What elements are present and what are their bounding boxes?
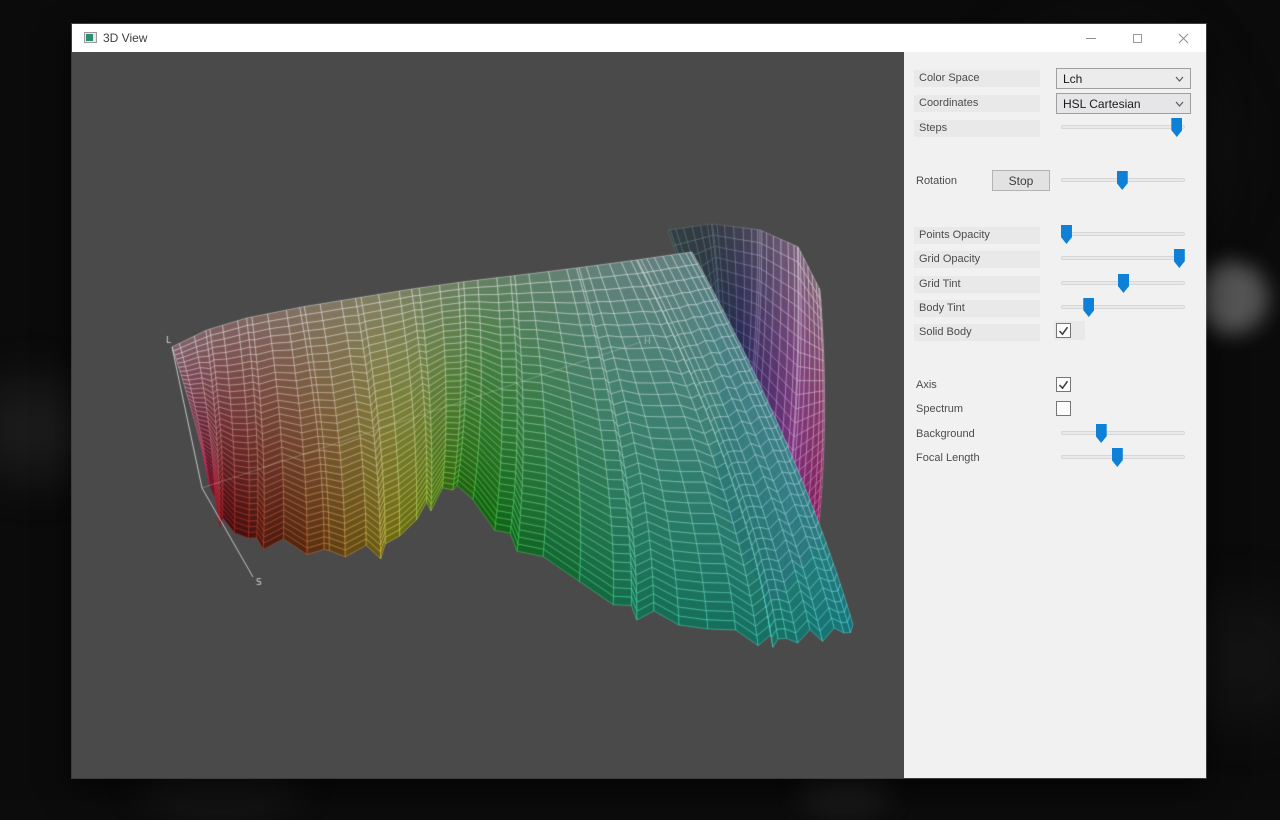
spectrum-label: Spectrum	[916, 402, 963, 416]
points-opacity-slider[interactable]	[1061, 232, 1185, 236]
app-icon	[84, 32, 97, 43]
slider-thumb[interactable]	[1117, 171, 1128, 190]
steps-slider[interactable]	[1061, 125, 1185, 129]
minimize-button[interactable]	[1068, 24, 1114, 52]
body-tint-slider[interactable]	[1061, 305, 1185, 309]
grid-opacity-slider[interactable]	[1061, 256, 1185, 260]
chevron-down-icon	[1175, 101, 1184, 107]
color-space-label: Color Space	[914, 70, 1040, 87]
settings-panel: Color Space Lch Coordinates HSL Cartesia…	[904, 52, 1206, 778]
maximize-icon	[1133, 34, 1142, 43]
steps-label: Steps	[914, 120, 1040, 137]
window-title: 3D View	[103, 31, 147, 45]
window-content: Color Space Lch Coordinates HSL Cartesia…	[72, 52, 1206, 778]
close-icon	[1178, 33, 1189, 44]
maximize-button[interactable]	[1114, 24, 1160, 52]
slider-thumb[interactable]	[1112, 448, 1123, 467]
grid-tint-label: Grid Tint	[914, 276, 1040, 293]
solid-body-label: Solid Body	[914, 324, 1040, 341]
solid-body-checkbox[interactable]	[1056, 323, 1071, 338]
app-window: 3D View Color Space Lch Coordinates HSL …	[72, 24, 1206, 778]
desktop-background: 3D View Color Space Lch Coordinates HSL …	[0, 0, 1280, 800]
slider-track[interactable]	[1061, 431, 1185, 435]
coordinates-label: Coordinates	[914, 95, 1040, 112]
slider-track[interactable]	[1061, 256, 1185, 260]
chevron-down-icon	[1175, 76, 1184, 82]
focal-length-label: Focal Length	[916, 451, 980, 465]
body-tint-label: Body Tint	[914, 300, 1040, 317]
slider-thumb[interactable]	[1118, 274, 1129, 293]
slider-track[interactable]	[1061, 232, 1185, 236]
bokeh-blob	[1196, 262, 1268, 334]
points-opacity-label: Points Opacity	[914, 227, 1040, 244]
color-space-value: Lch	[1063, 72, 1082, 86]
slider-track[interactable]	[1061, 455, 1185, 459]
slider-thumb[interactable]	[1083, 298, 1094, 317]
rotation-slider[interactable]	[1061, 178, 1185, 182]
background-slider[interactable]	[1061, 431, 1185, 435]
coordinates-value: HSL Cartesian	[1063, 97, 1141, 111]
rotation-label: Rotation	[916, 174, 957, 188]
check-icon	[1058, 380, 1069, 390]
slider-thumb[interactable]	[1061, 225, 1072, 244]
close-button[interactable]	[1160, 24, 1206, 52]
minimize-icon	[1086, 38, 1096, 39]
color-space-dropdown[interactable]: Lch	[1056, 68, 1191, 89]
grid-tint-slider[interactable]	[1061, 281, 1185, 285]
focal-length-slider[interactable]	[1061, 455, 1185, 459]
slider-track[interactable]	[1061, 125, 1185, 129]
slider-thumb[interactable]	[1171, 118, 1182, 137]
viewport-3d[interactable]	[72, 52, 904, 778]
background-label: Background	[916, 427, 975, 441]
rotation-stop-button[interactable]: Stop	[992, 170, 1050, 191]
slider-track[interactable]	[1061, 305, 1185, 309]
window-title-bar[interactable]: 3D View	[72, 24, 1206, 52]
axis-checkbox[interactable]	[1056, 377, 1071, 392]
slider-thumb[interactable]	[1174, 249, 1185, 268]
spectrum-checkbox[interactable]	[1056, 401, 1071, 416]
axis-label: Axis	[916, 378, 937, 392]
coordinates-dropdown[interactable]: HSL Cartesian	[1056, 93, 1191, 114]
grid-opacity-label: Grid Opacity	[914, 251, 1040, 268]
slider-thumb[interactable]	[1096, 424, 1107, 443]
check-icon	[1058, 326, 1069, 336]
color-space-mesh-canvas[interactable]	[72, 52, 904, 778]
